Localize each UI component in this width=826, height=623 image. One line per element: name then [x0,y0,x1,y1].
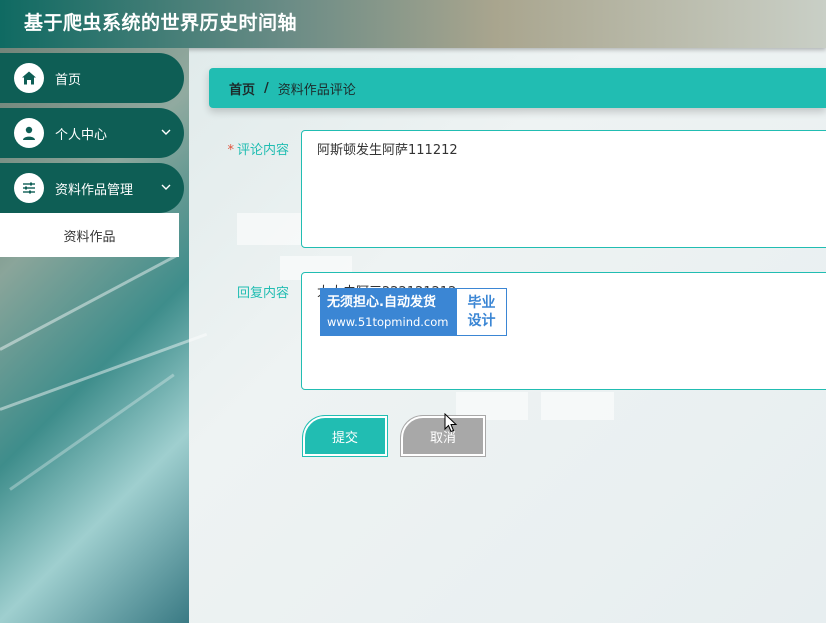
cancel-button[interactable]: 取消 [401,416,485,456]
background-streak [9,373,175,491]
chevron-down-icon [161,184,171,190]
home-icon [14,63,44,93]
comment-label: * 评论内容 [209,139,289,158]
submit-button[interactable]: 提交 [303,416,387,456]
decorative-block [541,392,614,420]
breadcrumb-home[interactable]: 首页 [229,79,255,98]
watermark-right: 毕业 设计 [457,289,506,335]
sidebar-item-home[interactable]: 首页 [0,53,184,103]
app-title: 基于爬虫系统的世界历史时间轴 [24,12,298,34]
decorative-block [237,213,301,245]
background-streak [0,254,178,351]
watermark-right-line2: 设计 [467,313,496,329]
comment-textarea[interactable]: 阿斯顿发生阿萨111212 [301,130,826,248]
background-streak [0,332,208,411]
chevron-down-icon [161,129,171,135]
watermark-right-line1: 毕业 [467,295,496,311]
sidebar-subitem-material-works[interactable]: 资料作品 [0,213,179,257]
watermark-left: 无须担心.自动发货 www.51topmind.com [321,289,457,335]
mouse-cursor-icon [444,413,458,433]
breadcrumb: 首页 / 资料作品评论 [209,68,826,108]
watermark-badge: 无须担心.自动发货 www.51topmind.com 毕业 设计 [320,288,507,336]
comment-label-text: 评论内容 [236,143,289,158]
sidebar-item-label: 个人中心 [55,127,108,143]
watermark-line1: 无须担心.自动发货 [327,295,436,310]
watermark-line2: www.51topmind.com [327,315,449,329]
user-icon [14,118,44,148]
reply-label: 回复内容 [236,286,289,301]
top-bar: 基于爬虫系统的世界历史时间轴 [0,0,826,48]
required-mark: * [227,143,234,158]
sidebar-item-personal-center[interactable]: 个人中心 [0,108,184,158]
sidebar-item-label: 资料作品管理 [55,182,134,198]
sliders-icon [14,173,44,203]
breadcrumb-separator: / [264,80,269,96]
breadcrumb-current: 资料作品评论 [277,82,356,98]
sidebar-item-label: 首页 [55,72,82,88]
sidebar-item-material-management[interactable]: 资料作品管理 [0,163,184,213]
sidebar-subitem-label: 资料作品 [63,229,116,245]
